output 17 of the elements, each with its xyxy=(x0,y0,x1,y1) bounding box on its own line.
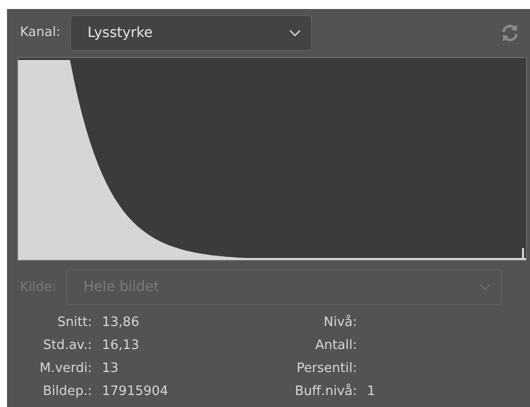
stat-value: 13 xyxy=(102,360,120,378)
stat-label: Buff.nivå: xyxy=(294,382,357,401)
stat-value: 17915904 xyxy=(102,383,170,401)
channel-label: Kanal: xyxy=(20,25,60,40)
refresh-icon[interactable] xyxy=(500,22,520,42)
stat-label: Antall: xyxy=(314,337,357,355)
stat-label: Nivå: xyxy=(322,314,357,332)
channel-dropdown[interactable]: Lysstyrke xyxy=(70,14,312,50)
chevron-down-icon xyxy=(289,28,302,36)
stat-label: Bildep.: xyxy=(42,383,92,401)
stat-label: Snitt: xyxy=(56,314,92,332)
stat-label: M.verdi: xyxy=(38,360,92,378)
stat-value: 13,86 xyxy=(102,314,140,332)
stat-value: 1 xyxy=(367,383,376,401)
stat-value: 16,13 xyxy=(102,337,140,355)
stat-label: Persentil: xyxy=(296,360,357,378)
stat-label: Std.av.: xyxy=(42,337,92,355)
